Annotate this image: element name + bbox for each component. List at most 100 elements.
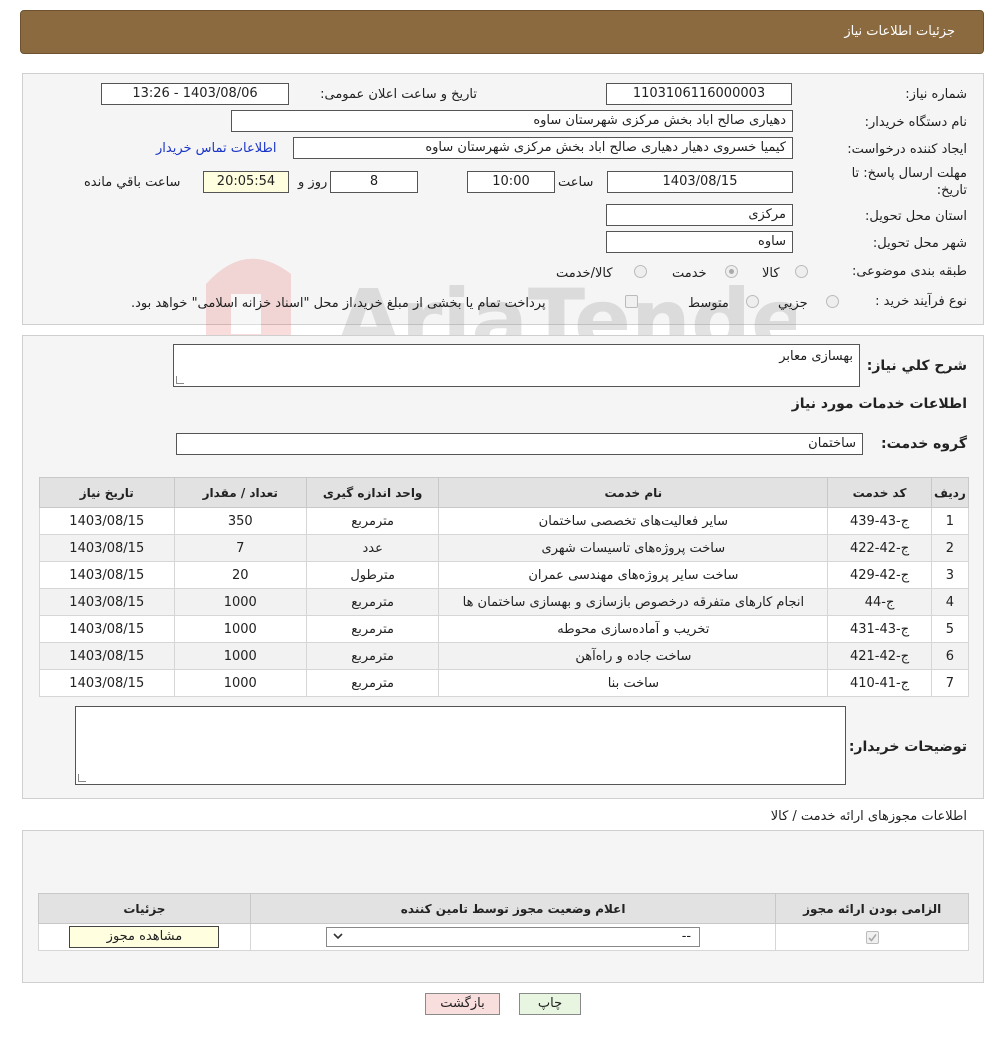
row-cell: 6: [930, 642, 970, 670]
process-radio-medium[interactable]: [746, 295, 759, 308]
unit-cell: مترمربع: [305, 642, 440, 670]
code-cell: ج-42-421: [827, 642, 932, 670]
status-cell: --: [249, 923, 777, 951]
process-option-medium: متوسط: [688, 296, 729, 311]
unit-cell: مترطول: [305, 561, 440, 589]
process-radio-minor[interactable]: [826, 295, 839, 308]
need-number-field: 1103106116000003: [606, 83, 792, 105]
days-label: روز و: [298, 175, 328, 190]
qty-cell: 7: [173, 534, 307, 562]
required-cell: [775, 923, 969, 951]
buyer-notes-textarea: [75, 706, 846, 785]
qty-cell: 1000: [173, 615, 307, 643]
category-label: طبقه بندی موضوعی:: [851, 264, 967, 279]
buyer-contact-link[interactable]: اطلاعات تماس خریدار: [156, 141, 276, 156]
resize-handle-icon[interactable]: [78, 774, 86, 782]
process-option-minor: جزیي: [778, 296, 808, 311]
services-table-wrap: ردیف کد خدمت نام خدمت واحد اندازه گیری ت…: [39, 477, 970, 697]
creator-label: ایجاد کننده درخواست:: [847, 142, 967, 157]
name-cell: سایر فعالیت‌های تخصصی ساختمان: [438, 507, 829, 535]
view-permit-button[interactable]: مشاهده مجوز: [69, 926, 220, 948]
table-row: 3 ج-42-429 ساخت سایر پروژه‌های مهندسی عمرا…: [39, 561, 970, 589]
date-cell: 1403/08/15: [39, 669, 175, 697]
deadline-date-field: 1403/08/15: [607, 171, 793, 193]
description-textarea: بهسازی معابر: [173, 344, 860, 387]
date-cell: 1403/08/15: [39, 588, 175, 616]
name-cell: ساخت بنا: [438, 669, 829, 697]
code-cell: ج-42-429: [827, 561, 932, 589]
table-row: 7 ج-41-410 ساخت بنا مترمربع 1000 1403/08/15: [39, 669, 970, 697]
category-radio-both[interactable]: [634, 265, 647, 278]
qty-cell: 20: [173, 561, 307, 589]
name-cell: ساخت سایر پروژه‌های مهندسی عمران: [438, 561, 829, 589]
print-button[interactable]: چاپ: [519, 993, 581, 1015]
date-cell: 1403/08/15: [39, 561, 175, 589]
row-cell: 7: [930, 669, 970, 697]
qty-cell: 350: [173, 507, 307, 535]
row-cell: 2: [930, 534, 970, 562]
unit-cell: عدد: [305, 534, 440, 562]
description-label: شرح کلي نياز:: [866, 358, 967, 374]
unit-cell: مترمربع: [305, 615, 440, 643]
date-cell: 1403/08/15: [39, 642, 175, 670]
col-row: ردیف: [930, 477, 970, 508]
permits-table: الزامی بودن ارائه مجوز اعلام وضعیت مجوز …: [38, 893, 969, 951]
buyer-field: دهیاری صالح اباد بخش مرکزی شهرستان ساوه: [231, 110, 793, 132]
permits-row: -- مشاهده مجوز: [38, 923, 969, 951]
process-label: نوع فرآیند خرید :: [875, 294, 967, 309]
deadline-hour-field: 10:00: [467, 171, 555, 193]
table-row: 2 ج-42-422 ساخت پروژه‌های تاسیسات شهری عدد 7…: [39, 534, 970, 562]
qty-cell: 1000: [173, 642, 307, 670]
col-unit: واحد اندازه گیری: [305, 477, 440, 508]
name-cell: تخریب و آماده‌سازی محوطه: [438, 615, 829, 643]
treasury-note: پرداخت تمام یا بخشی از مبلغ خرید،از محل …: [131, 296, 546, 311]
remaining-time-field: 20:05:54: [203, 171, 289, 193]
permit-status-value: --: [681, 929, 692, 944]
col-code: کد خدمت: [827, 477, 932, 508]
announce-field: 1403/08/06 - 13:26: [101, 83, 289, 105]
table-row: 6 ج-42-421 ساخت جاده و راه‌آهن مترمربع 1000 1…: [39, 642, 970, 670]
days-field: 8: [330, 171, 418, 193]
col-required: الزامی بودن ارائه مجوز: [775, 893, 969, 924]
permits-title: اطلاعات مجوزهای ارائه خدمت / کالا: [770, 809, 967, 824]
permits-table-header: الزامی بودن ارائه مجوز اعلام وضعیت مجوز …: [38, 893, 969, 924]
back-button[interactable]: بازگشت: [425, 993, 500, 1015]
name-cell: انجام کارهای متفرقه درخصوص بازسازی و بهس…: [438, 588, 829, 616]
category-radio-service[interactable]: [725, 265, 738, 278]
deadline-label: مهلت ارسال پاسخ: تا: [851, 166, 967, 181]
col-status: اعلام وضعیت مجوز توسط تامین کننده: [249, 893, 777, 924]
description-text: بهسازی معابر: [779, 349, 853, 364]
services-table-body: 1 ج-43-439 سایر فعالیت‌های تخصصی ساختمان مت…: [39, 507, 970, 697]
province-field: مرکزی: [606, 204, 793, 226]
row-cell: 1: [930, 507, 970, 535]
code-cell: ج-42-422: [827, 534, 932, 562]
service-group-field: ساختمان: [176, 433, 863, 455]
announce-label: تاریخ و ساعت اعلان عمومی:: [320, 87, 477, 102]
col-name: نام خدمت: [438, 477, 829, 508]
table-row: 5 ج-43-431 تخریب و آماده‌سازی محوطه مترمربع…: [39, 615, 970, 643]
date-cell: 1403/08/15: [39, 615, 175, 643]
name-cell: ساخت جاده و راه‌آهن: [438, 642, 829, 670]
treasury-checkbox[interactable]: [625, 295, 638, 308]
required-checkbox[interactable]: [865, 930, 879, 944]
creator-field: کیمیا خسروی دهیار دهیاری صالح اباد بخش م…: [293, 137, 793, 159]
name-cell: ساخت پروژه‌های تاسیسات شهری: [438, 534, 829, 562]
row-cell: 3: [930, 561, 970, 589]
date-cell: 1403/08/15: [39, 534, 175, 562]
city-label: شهر محل تحویل:: [872, 236, 967, 251]
permit-status-select[interactable]: --: [326, 927, 701, 947]
hour-label: ساعت: [558, 175, 594, 190]
unit-cell: مترمربع: [305, 588, 440, 616]
checkmark-icon: [868, 933, 877, 942]
qty-cell: 1000: [173, 588, 307, 616]
row-cell: 5: [930, 615, 970, 643]
services-table-header: ردیف کد خدمت نام خدمت واحد اندازه گیری ت…: [39, 477, 970, 508]
service-group-label: گروه خدمت:: [881, 436, 967, 452]
code-cell: ج-41-410: [827, 669, 932, 697]
details-cell: مشاهده مجوز: [38, 923, 251, 951]
table-row: 4 ج-44 انجام کارهای متفرقه درخصوص بازسازی …: [39, 588, 970, 616]
buyer-label: نام دستگاه خریدار:: [864, 115, 967, 130]
date-cell: 1403/08/15: [39, 507, 175, 535]
category-radio-goods[interactable]: [795, 265, 808, 278]
resize-handle-icon[interactable]: [176, 376, 184, 384]
